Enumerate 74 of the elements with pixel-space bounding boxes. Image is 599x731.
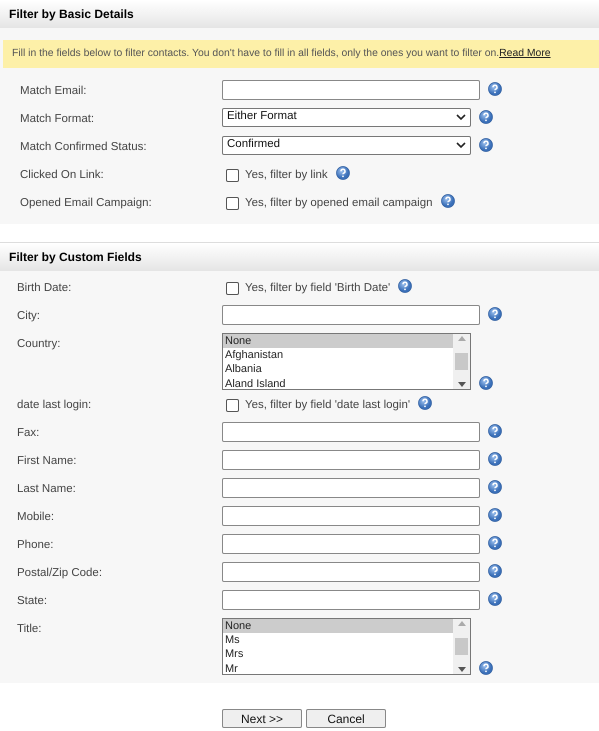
help-icon[interactable] bbox=[418, 396, 432, 410]
field-label: Match Email: bbox=[19, 84, 88, 99]
field-label: Postal/Zip Code: bbox=[16, 566, 104, 581]
help-icon[interactable] bbox=[336, 166, 350, 180]
dropdown-select[interactable]: Either Format bbox=[222, 108, 471, 127]
field-label: Clicked On Link: bbox=[19, 168, 105, 183]
checkbox-label: Yes, filter by field 'date last login' bbox=[245, 398, 410, 413]
text-input[interactable] bbox=[222, 450, 480, 470]
dropdown-select[interactable]: Confirmed bbox=[222, 136, 471, 155]
field-label: Country: bbox=[16, 336, 62, 352]
notice-text: Fill in the fields below to filter contacts. You don't have to fill in all fields, only the ones you want to filter on.Read More bbox=[3, 40, 599, 68]
list-option[interactable]: Afghanistan bbox=[223, 348, 453, 362]
list-option[interactable]: Mr bbox=[223, 662, 453, 676]
help-icon[interactable] bbox=[488, 306, 502, 321]
checkbox[interactable] bbox=[226, 196, 239, 210]
help-icon[interactable] bbox=[398, 279, 412, 294]
checkbox[interactable] bbox=[226, 168, 239, 182]
field-label: Opened Email Campaign: bbox=[19, 196, 153, 211]
help-icon[interactable] bbox=[488, 480, 502, 494]
help-icon[interactable] bbox=[479, 110, 493, 124]
help-icon[interactable] bbox=[488, 508, 502, 522]
list-option[interactable]: Aland Island bbox=[223, 376, 453, 391]
section-header: Filter by Basic Details bbox=[0, 0, 599, 28]
text-input[interactable] bbox=[222, 562, 480, 582]
scroll-down-icon[interactable] bbox=[458, 666, 466, 672]
field-label: First Name: bbox=[16, 454, 78, 469]
text-input[interactable] bbox=[222, 534, 480, 554]
field-label: State: bbox=[16, 594, 48, 609]
help-icon[interactable] bbox=[479, 376, 493, 390]
text-input[interactable] bbox=[222, 590, 480, 610]
chevron-down-icon[interactable] bbox=[456, 114, 466, 121]
help-icon[interactable] bbox=[488, 592, 502, 606]
help-icon[interactable] bbox=[488, 82, 502, 96]
list-box[interactable]: None Ms Mrs Mr bbox=[222, 618, 471, 675]
help-icon[interactable] bbox=[488, 452, 502, 466]
scroll-thumb[interactable] bbox=[455, 638, 468, 655]
text-input[interactable] bbox=[222, 478, 480, 498]
checkbox[interactable] bbox=[226, 398, 239, 412]
field-label: Last Name: bbox=[16, 482, 77, 497]
field-label: Mobile: bbox=[16, 510, 56, 525]
field-label: Title: bbox=[16, 622, 42, 637]
field-label: Fax: bbox=[16, 426, 40, 441]
help-icon[interactable] bbox=[479, 660, 493, 675]
help-icon[interactable] bbox=[488, 536, 502, 550]
scroll-thumb[interactable] bbox=[455, 352, 468, 370]
text-input[interactable] bbox=[222, 80, 480, 100]
field-label: Phone: bbox=[16, 538, 54, 553]
field-label: Match Confirmed Status: bbox=[19, 140, 148, 155]
list-option[interactable]: None bbox=[223, 334, 453, 348]
help-icon[interactable] bbox=[488, 424, 502, 438]
list-option[interactable]: None bbox=[223, 618, 453, 633]
list-option[interactable]: Ms bbox=[223, 632, 453, 648]
list-option[interactable]: Albania bbox=[223, 362, 453, 376]
help-icon[interactable] bbox=[479, 138, 493, 152]
form-button[interactable]: Next >> bbox=[222, 708, 302, 728]
field-label: Match Format: bbox=[19, 112, 96, 127]
help-icon[interactable] bbox=[440, 194, 455, 208]
list-option[interactable]: Mrs bbox=[223, 647, 453, 662]
list-box[interactable]: None Afghanistan Albania Aland Island bbox=[222, 332, 471, 390]
text-input[interactable] bbox=[222, 506, 480, 526]
help-icon[interactable] bbox=[488, 564, 502, 578]
checkbox[interactable] bbox=[226, 282, 239, 295]
field-label: Birth Date: bbox=[16, 280, 72, 296]
read-more-link[interactable]: Read More bbox=[499, 48, 551, 59]
checkbox-label: Yes, filter by opened email campaign bbox=[245, 196, 433, 211]
text-input[interactable] bbox=[222, 422, 480, 442]
checkbox-label: Yes, filter by link bbox=[245, 168, 328, 183]
field-label: City: bbox=[16, 308, 41, 324]
text-input[interactable] bbox=[222, 304, 480, 325]
field-label: date last login: bbox=[16, 398, 92, 413]
form-button[interactable]: Cancel bbox=[306, 708, 386, 728]
checkbox-label: Yes, filter by field 'Birth Date' bbox=[245, 280, 390, 296]
chevron-down-icon[interactable] bbox=[456, 142, 466, 149]
scroll-down-icon[interactable] bbox=[458, 382, 466, 387]
